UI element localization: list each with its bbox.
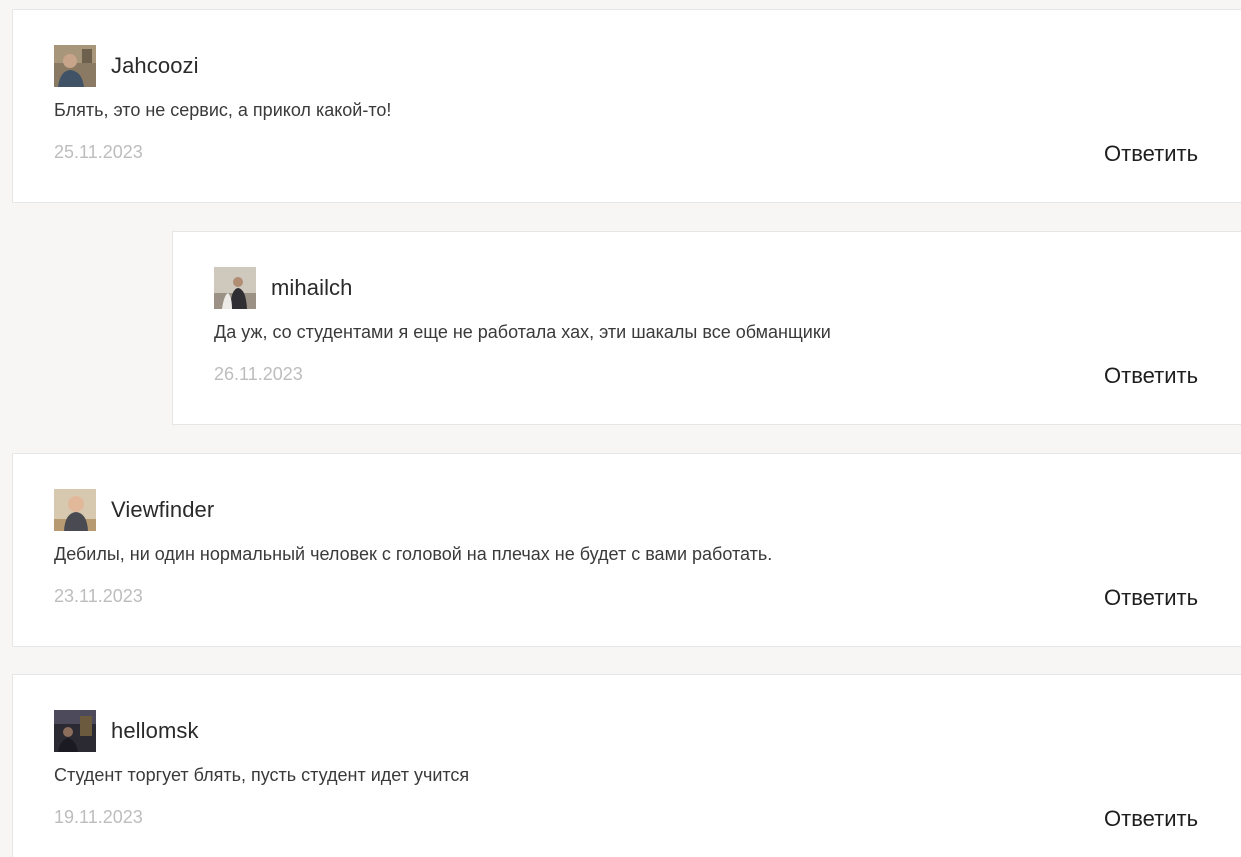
reply-button[interactable]: Ответить (1104, 141, 1198, 167)
comment-author: hellomsk (54, 710, 199, 752)
comment-author: Viewfinder (54, 489, 214, 531)
comment-text: Дебилы, ни один нормальный человек с гол… (54, 544, 773, 564)
avatar[interactable] (54, 489, 96, 531)
comment-date: 19.11.2023 (54, 807, 143, 827)
comment-author: mihailch (214, 267, 353, 309)
comment-date: 26.11.2023 (214, 364, 303, 384)
comment-card: Jahcoozi Блять, это не сервис, а прикол … (12, 9, 1241, 203)
comment-card-reply: mihailch Да уж, со студентами я еще не р… (172, 231, 1241, 425)
comment-text: Блять, это не сервис, а прикол какой-то! (54, 100, 392, 120)
comment-author: Jahcoozi (54, 45, 199, 87)
user-photo-icon (54, 489, 96, 531)
comment-text: Студент торгует блять, пусть студент иде… (54, 765, 470, 785)
comment-card: Viewfinder Дебилы, ни один нормальный че… (12, 453, 1241, 647)
username[interactable]: mihailch (271, 275, 353, 301)
avatar[interactable] (214, 267, 256, 309)
user-photo-icon (54, 45, 96, 87)
username[interactable]: hellomsk (111, 718, 199, 744)
reply-button[interactable]: Ответить (1104, 806, 1198, 832)
comment-list: Jahcoozi Блять, это не сервис, а прикол … (0, 0, 1241, 857)
avatar[interactable] (54, 45, 96, 87)
comment-card: hellomsk Студент торгует блять, пусть ст… (12, 674, 1241, 857)
comment-date: 25.11.2023 (54, 142, 143, 162)
username[interactable]: Jahcoozi (111, 53, 199, 79)
avatar[interactable] (54, 710, 96, 752)
comment-date: 23.11.2023 (54, 586, 143, 606)
comment-text: Да уж, со студентами я еще не работала х… (214, 322, 831, 342)
reply-button[interactable]: Ответить (1104, 363, 1198, 389)
user-photo-icon (54, 710, 96, 752)
user-photo-icon (214, 267, 256, 309)
reply-button[interactable]: Ответить (1104, 585, 1198, 611)
username[interactable]: Viewfinder (111, 497, 214, 523)
